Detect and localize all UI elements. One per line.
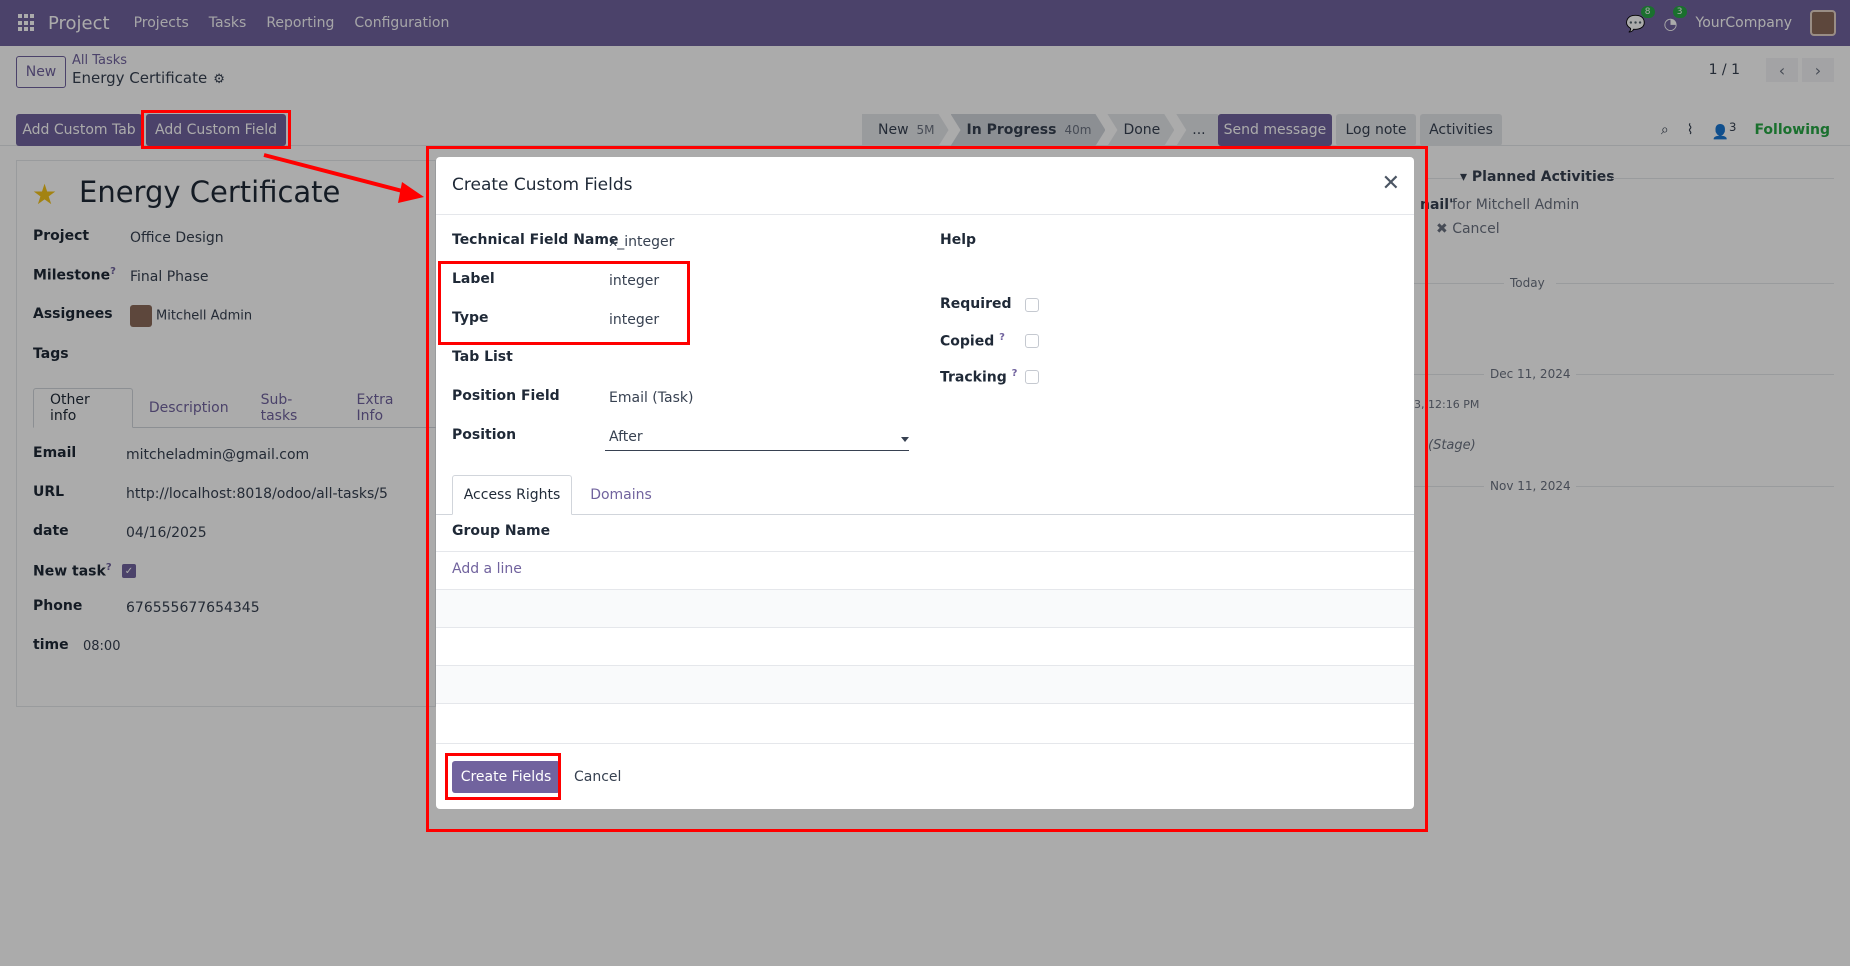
arrow-shaft — [263, 153, 411, 195]
annotation-arrow — [263, 153, 424, 203]
arrow-head — [398, 182, 424, 203]
